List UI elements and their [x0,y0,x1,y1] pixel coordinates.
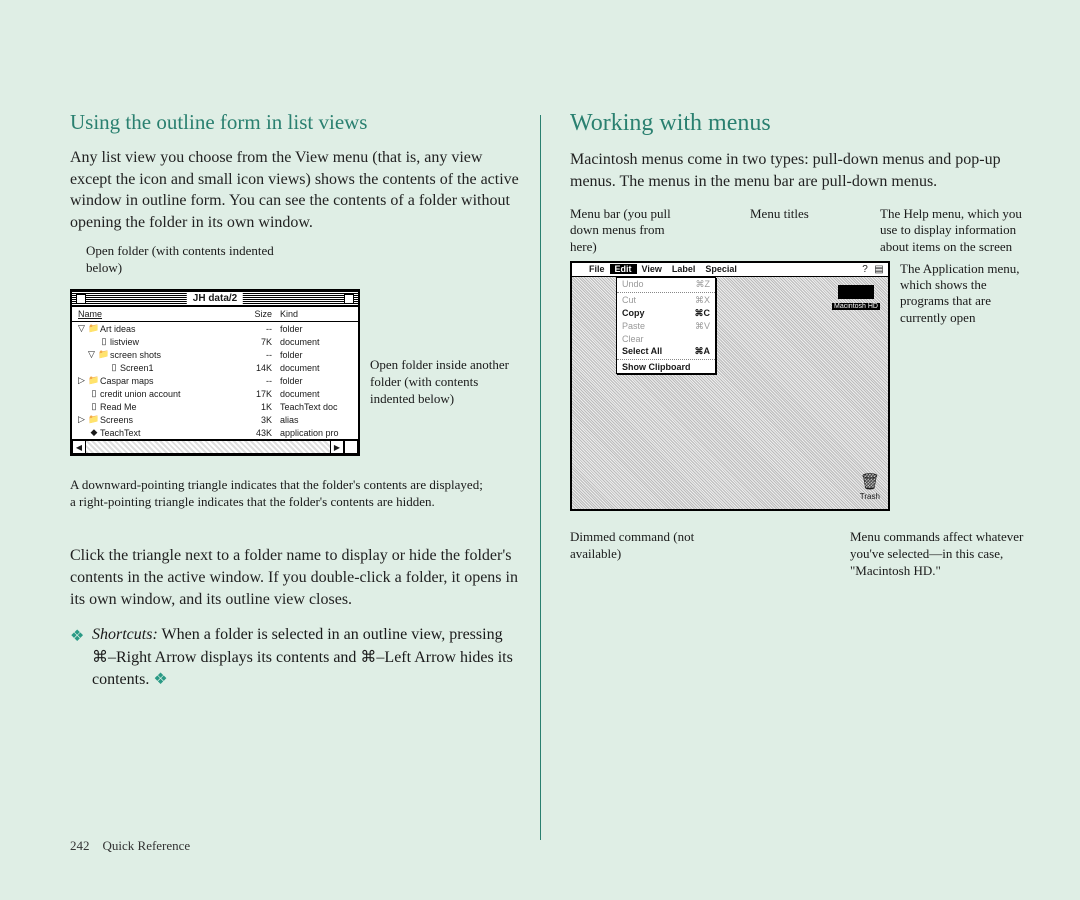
trash-label: Trash [860,492,880,501]
col-kind[interactable]: Kind [272,309,352,319]
table-row[interactable]: ▯listview7Kdocument [72,335,358,348]
edit-menu-dropdown: Undo⌘Z Cut⌘XCopy⌘CPaste⌘VClearSelect All⌘… [616,277,716,374]
diamond-icon: ❖ [70,626,84,648]
help-menu-icon[interactable]: ? [858,264,872,275]
page-footer: 242 Quick Reference [70,838,190,854]
left-heading: Using the outline form in list views [70,110,520,135]
callout-affect: Menu commands affect whatever you've sel… [850,529,1030,580]
scroll-right-icon[interactable]: ▶ [330,440,344,454]
menu-item: Cut⌘X [617,294,715,307]
table-row[interactable]: ▯credit union account17Kdocument [72,387,358,400]
menu-file[interactable]: File [584,264,610,274]
right-column: Working with menus Macintosh menus come … [545,110,1030,691]
callout-appmenu: The Application menu, which shows the pr… [900,261,1025,326]
menu-view[interactable]: View [637,264,667,274]
scroll-track[interactable] [86,440,330,454]
menu-item[interactable]: Copy⌘C [617,307,715,320]
left-column: Using the outline form in list views Any… [70,110,545,691]
table-row[interactable]: ▯Read Me1KTeachText doc [72,400,358,413]
finder-column-header: Name Size Kind [72,307,358,322]
desktop-figure: File Edit View Label Special ? ▤ Undo⌘Z C… [570,261,890,511]
menubar: File Edit View Label Special ? ▤ [572,263,888,277]
table-row[interactable]: ▽📁screen shots--folder [72,348,358,361]
page-number: 242 [70,838,90,853]
callout-titles: Menu titles [750,206,830,255]
diamond-icon: ❖ [153,671,167,688]
zoom-box-icon[interactable] [344,294,354,304]
scroll-left-icon[interactable]: ◀ [72,440,86,454]
window-title: JH data/2 [187,293,243,304]
finder-titlebar: JH data/2 [72,291,358,307]
finder-scrollbar[interactable]: ◀ ▶ [72,440,358,454]
table-row[interactable]: ▷📁Caspar maps--folder [72,374,358,387]
hd-label: Macintosh HD [832,303,880,310]
shortcuts-block: ❖ Shortcuts: When a folder is selected i… [70,624,520,691]
left-para-1: Any list view you choose from the View m… [70,147,520,233]
menu-item: Paste⌘V [617,320,715,333]
annot-open-folder: Open folder (with contents indented belo… [86,243,286,277]
callout-menubar: Menu bar (you pull down menus from here) [570,206,680,255]
right-figure: Menu bar (you pull down menus from here)… [570,206,1030,579]
right-para-1: Macintosh menus come in two types: pull-… [570,149,1030,192]
callout-dimmed: Dimmed command (not available) [570,529,720,580]
menu-special[interactable]: Special [700,264,742,274]
callout-help: The Help menu, which you use to display … [880,206,1030,255]
application-menu-icon[interactable]: ▤ [872,264,886,275]
table-row[interactable]: ▷📁Screens3Kalias [72,413,358,426]
shortcuts-label: Shortcuts: [92,626,158,643]
annot-triangle: A downward-pointing triangle indicates t… [70,477,490,511]
macintosh-hd-icon[interactable]: Macintosh HD [830,285,882,310]
table-row[interactable]: ▽📁Art ideas--folder [72,322,358,335]
menu-edit[interactable]: Edit [610,264,637,274]
right-heading: Working with menus [570,110,1030,137]
trash-icon[interactable]: 🗑 Trash [860,472,880,501]
annot-open-inside: Open folder inside another folder (with … [370,357,520,408]
grow-box-icon[interactable] [344,440,358,454]
left-para-2: Click the triangle next to a folder name… [70,545,520,610]
col-name[interactable]: Name [78,309,232,319]
menu-label[interactable]: Label [667,264,701,274]
menu-item[interactable]: Select All⌘A [617,345,715,358]
menu-item: Clear [617,333,715,345]
footer-title: Quick Reference [103,838,191,853]
finder-list-window: JH data/2 Name Size Kind ▽📁Art ideas--fo… [70,289,360,456]
col-size[interactable]: Size [232,309,272,319]
menu-item: Undo⌘Z [617,278,715,291]
table-row[interactable]: ◆TeachText43Kapplication pro [72,426,358,439]
finder-body: ▽📁Art ideas--folder▯listview7Kdocument▽📁… [72,322,358,440]
table-row[interactable]: ▯Screen114Kdocument [72,361,358,374]
close-box-icon[interactable] [76,294,86,304]
menu-item[interactable]: Show Clipboard [617,361,715,373]
